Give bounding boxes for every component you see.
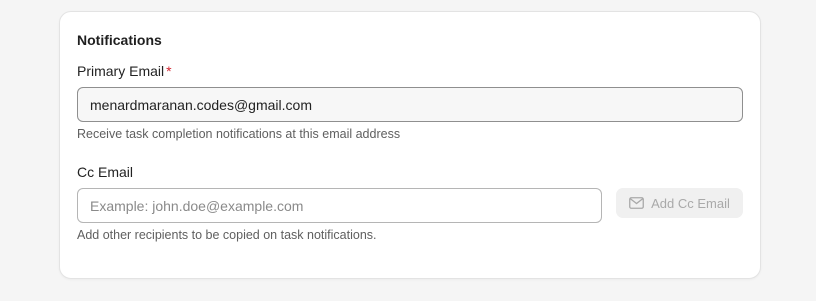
primary-email-label: Primary Email * xyxy=(77,63,172,79)
add-cc-email-button[interactable]: Add Cc Email xyxy=(616,188,743,218)
add-cc-email-label: Add Cc Email xyxy=(651,195,730,211)
cc-email-helper: Add other recipients to be copied on tas… xyxy=(77,228,377,242)
cc-email-label: Cc Email xyxy=(77,164,134,180)
cc-email-input[interactable] xyxy=(77,188,602,223)
mail-icon xyxy=(629,197,645,209)
primary-email-label-text: Primary Email xyxy=(77,63,165,79)
notifications-card: Notifications Primary Email* Receive tas… xyxy=(59,11,761,279)
primary-email-input[interactable] xyxy=(77,87,743,122)
section-title: Notifications xyxy=(77,32,162,48)
primary-email-helper: Receive task completion notifications at… xyxy=(77,127,401,141)
required-asterisk: * xyxy=(166,63,172,79)
